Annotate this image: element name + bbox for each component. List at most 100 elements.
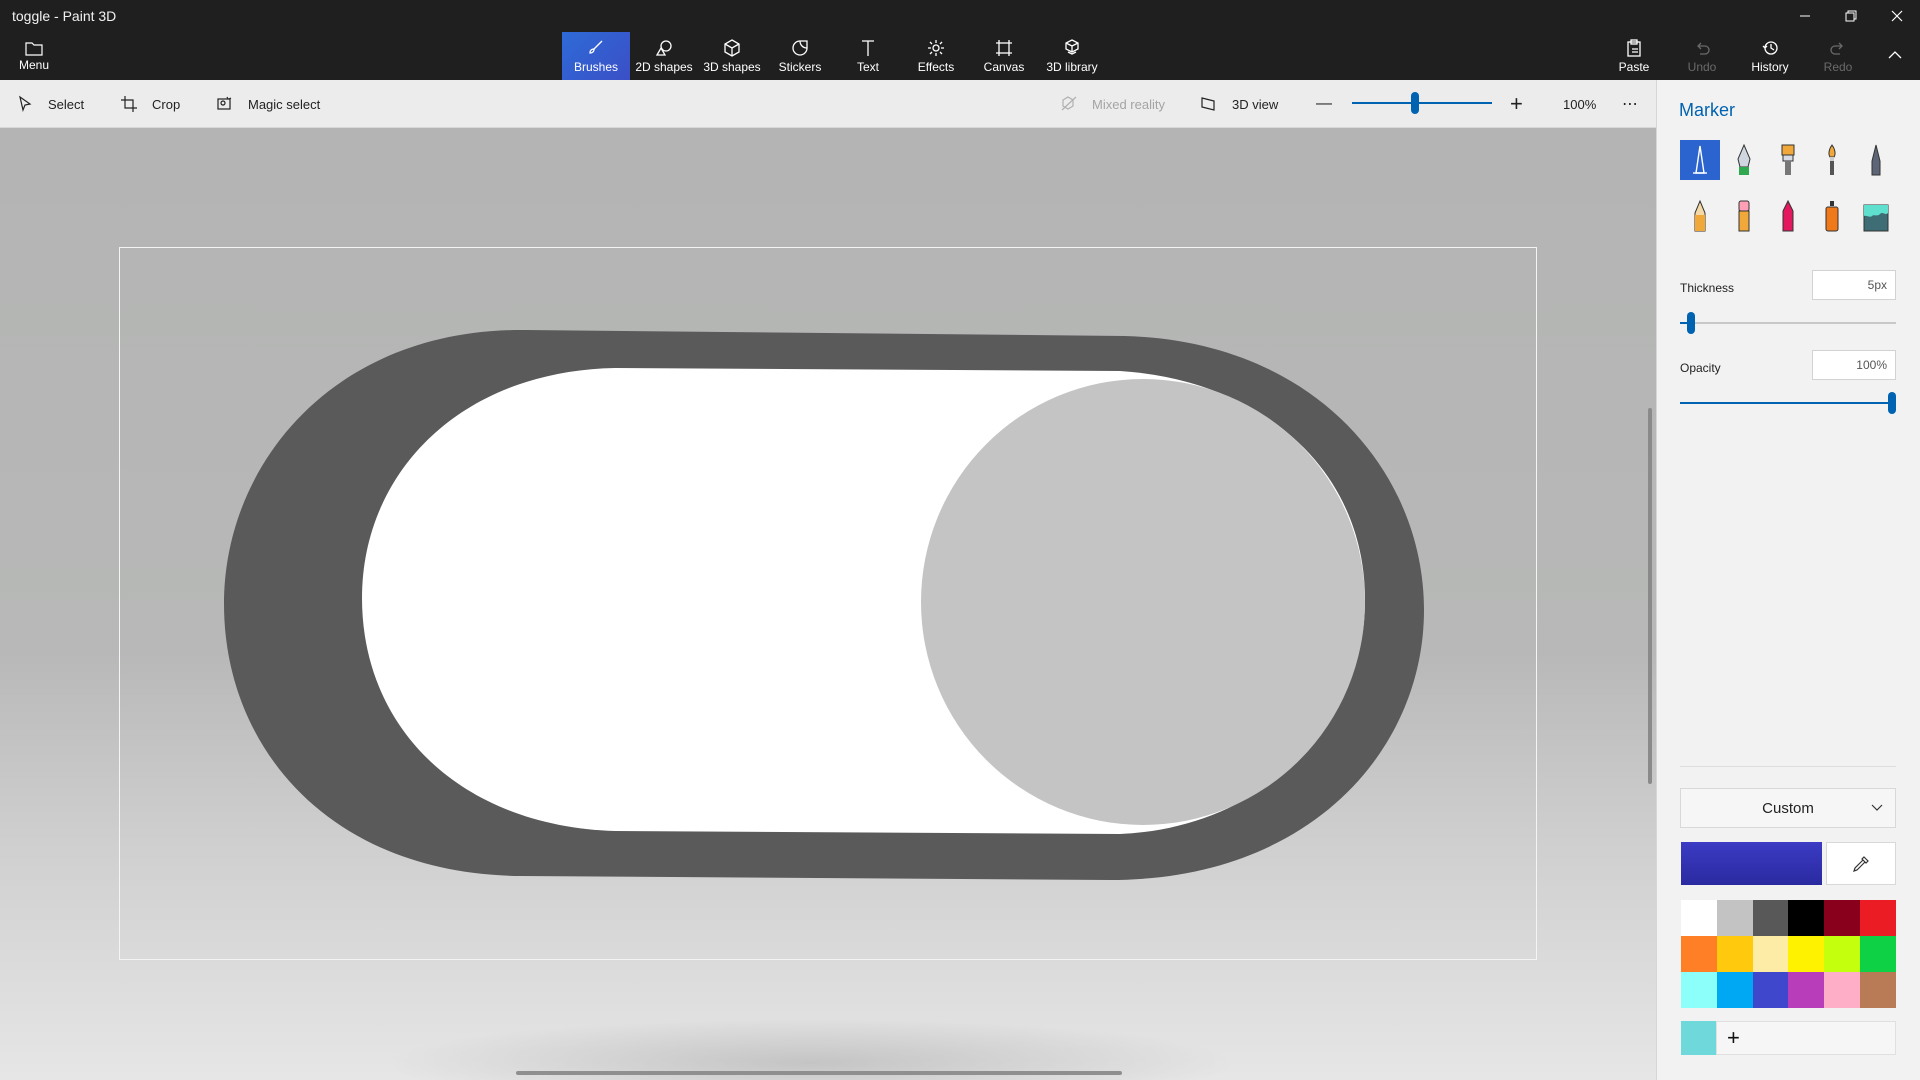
spray-can-brush[interactable] xyxy=(1812,196,1852,236)
eyedropper-icon xyxy=(1853,855,1869,872)
thickness-input[interactable]: 5px xyxy=(1812,270,1896,300)
undo-icon xyxy=(1697,42,1710,55)
opacity-slider-thumb[interactable] xyxy=(1888,392,1896,414)
palette-swatch[interactable] xyxy=(1681,936,1717,972)
pixel-pen-icon xyxy=(1871,144,1881,176)
opacity-input[interactable]: 100% xyxy=(1812,350,1896,380)
toggle-knob xyxy=(921,379,1365,825)
3d-library-icon xyxy=(1065,39,1079,55)
palette-swatch[interactable] xyxy=(1788,972,1825,1008)
pencil-brush[interactable] xyxy=(1680,196,1720,236)
tab-label: Effects xyxy=(917,60,955,74)
vertical-scrollbar[interactable] xyxy=(1648,408,1652,784)
mixed-reality-label: Mixed reality xyxy=(1092,96,1165,112)
palette-swatch[interactable] xyxy=(1716,936,1753,972)
tab-brushes[interactable]: Brushes xyxy=(562,32,630,80)
palette-swatch[interactable] xyxy=(1752,936,1789,972)
watercolor-brush[interactable] xyxy=(1812,140,1852,180)
crayon-brush[interactable] xyxy=(1768,196,1808,236)
palette-swatch[interactable] xyxy=(1824,972,1861,1008)
pencil-icon xyxy=(1694,199,1706,232)
more-icon: ⋯ xyxy=(1622,96,1638,113)
plus-icon: + xyxy=(1727,1025,1740,1050)
zoom-level-value: 100% xyxy=(1563,96,1597,112)
custom-color-swatch[interactable] xyxy=(1681,1021,1716,1055)
crayon-icon xyxy=(1782,199,1794,232)
crop-icon xyxy=(121,96,137,112)
undo-button[interactable]: Undo xyxy=(1668,32,1736,80)
palette-swatch[interactable] xyxy=(1788,900,1825,936)
restore-button[interactable] xyxy=(1828,0,1874,32)
thickness-slider-thumb[interactable] xyxy=(1686,312,1695,334)
zoom-slider-track[interactable] xyxy=(1352,102,1492,104)
close-button[interactable] xyxy=(1874,0,1920,32)
tab-effects[interactable]: Effects xyxy=(902,32,970,80)
tab-3d-library[interactable]: 3D library xyxy=(1038,32,1106,80)
redo-button[interactable]: Redo xyxy=(1804,32,1872,80)
crop-button[interactable]: Crop xyxy=(120,80,180,128)
mixed-reality-button[interactable]: Mixed reality xyxy=(1060,80,1165,128)
palette-swatch[interactable] xyxy=(1860,936,1896,972)
paste-button[interactable]: Paste xyxy=(1600,32,1668,80)
toggle-drawing[interactable] xyxy=(0,128,1656,1080)
oil-brush[interactable] xyxy=(1768,140,1808,180)
palette-swatch[interactable] xyxy=(1752,972,1789,1008)
zoom-in-button[interactable]: + xyxy=(1510,80,1523,128)
collapse-ribbon-button[interactable] xyxy=(1872,32,1918,80)
more-options-button[interactable]: ⋯ xyxy=(1622,80,1638,128)
thickness-slider-track[interactable] xyxy=(1680,322,1896,324)
panel-title: Marker xyxy=(1679,100,1736,120)
tab-text[interactable]: Text xyxy=(834,32,902,80)
effects-icon xyxy=(928,40,944,56)
minimize-button[interactable] xyxy=(1782,0,1828,32)
tab-3d-shapes[interactable]: 3D shapes xyxy=(698,32,766,80)
current-color-swatch[interactable] xyxy=(1681,842,1822,885)
history-button[interactable]: History xyxy=(1736,32,1804,80)
pixel-pen-brush[interactable] xyxy=(1856,140,1896,180)
menu-button[interactable]: Menu xyxy=(8,36,60,76)
tab-stickers[interactable]: Stickers xyxy=(766,32,834,80)
3d-view-button[interactable]: 3D view xyxy=(1200,80,1278,128)
magic-select-label: Magic select xyxy=(248,96,321,112)
3d-view-icon xyxy=(1201,97,1215,111)
zoom-level[interactable]: 100% xyxy=(1563,80,1596,128)
marker-brush[interactable] xyxy=(1680,140,1720,180)
chevron-up-icon xyxy=(1888,51,1902,59)
tab-label: 2D shapes xyxy=(635,60,693,74)
tab-canvas[interactable]: Canvas xyxy=(970,32,1038,80)
spray-can-icon xyxy=(1825,201,1839,232)
mixed-reality-icon xyxy=(1061,96,1077,111)
window-title: toggle - Paint 3D xyxy=(12,8,117,24)
marker-icon xyxy=(1693,145,1707,174)
palette-swatch[interactable] xyxy=(1860,900,1896,936)
zoom-out-icon: — xyxy=(1316,95,1332,112)
palette-swatch[interactable] xyxy=(1752,900,1789,936)
magic-select-button[interactable]: Magic select xyxy=(216,80,320,128)
horizontal-scrollbar[interactable] xyxy=(516,1071,1122,1075)
palette-swatch[interactable] xyxy=(1716,972,1753,1008)
stickers-icon xyxy=(792,40,808,56)
palette-swatch[interactable] xyxy=(1860,972,1896,1008)
palette-swatch[interactable] xyxy=(1681,972,1717,1008)
opacity-slider-track[interactable] xyxy=(1680,402,1896,404)
palette-swatch[interactable] xyxy=(1788,936,1825,972)
zoom-slider-thumb[interactable] xyxy=(1411,92,1419,114)
eyedropper-button[interactable] xyxy=(1826,842,1896,885)
color-mode-dropdown[interactable]: Custom xyxy=(1680,788,1896,828)
paste-label: Paste xyxy=(1618,60,1650,74)
fill-brush[interactable] xyxy=(1856,196,1896,236)
calligraphy-pen-brush[interactable] xyxy=(1724,140,1764,180)
tab-label: Stickers xyxy=(778,60,822,74)
add-color-button[interactable]: + xyxy=(1716,1021,1896,1055)
tab-2d-shapes[interactable]: 2D shapes xyxy=(630,32,698,80)
palette-swatch[interactable] xyxy=(1824,936,1861,972)
palette-swatch[interactable] xyxy=(1716,900,1753,936)
eraser-brush[interactable] xyxy=(1724,196,1764,236)
palette-swatch[interactable] xyxy=(1681,900,1717,936)
workspace xyxy=(0,128,1656,1080)
select-button[interactable]: Select xyxy=(16,80,84,128)
palette-swatch[interactable] xyxy=(1824,900,1861,936)
title-bar: toggle - Paint 3D Menu Brushes 2D shapes… xyxy=(0,0,1920,80)
undo-label: Undo xyxy=(1687,60,1717,74)
zoom-out-button[interactable]: — xyxy=(1316,80,1332,128)
